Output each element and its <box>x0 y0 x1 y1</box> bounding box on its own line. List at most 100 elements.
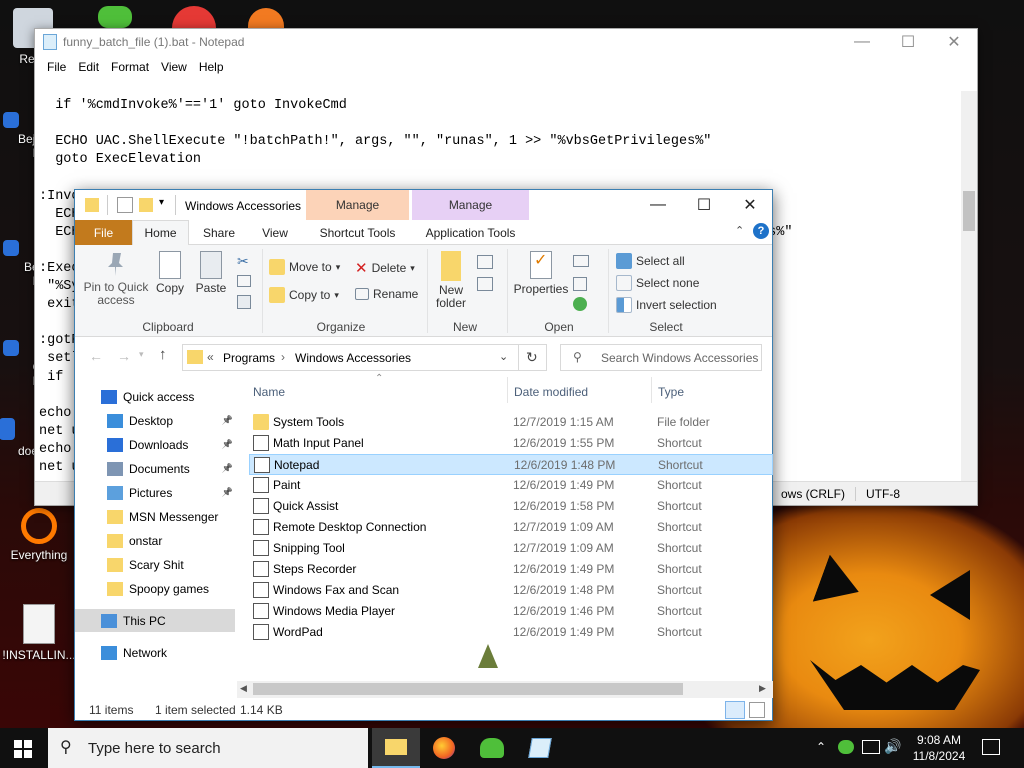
notepad-scroll-thumb[interactable] <box>963 191 975 231</box>
column-separator[interactable] <box>507 377 508 403</box>
nav-quick-access[interactable]: Quick access <box>75 385 235 408</box>
menu-view[interactable]: View <box>155 60 193 74</box>
scroll-left-icon[interactable]: ◀ <box>240 683 247 694</box>
paste-shortcut-icon[interactable] <box>237 295 251 309</box>
scroll-right-icon[interactable]: ▶ <box>759 683 766 694</box>
system-clock[interactable]: 9:08 AM 11/8/2024 <box>904 732 974 764</box>
network-icon[interactable] <box>862 740 880 754</box>
details-view-icon[interactable] <box>725 701 745 719</box>
forward-arrow-icon[interactable]: → <box>117 348 131 364</box>
move-to-button[interactable]: Move to ▾ <box>269 259 340 275</box>
file-explorer-window[interactable]: ▾ Windows Accessories Manage Manage — ☐ … <box>74 189 773 721</box>
tab-application-tools[interactable]: Application Tools <box>412 220 529 245</box>
tab-file[interactable]: File <box>75 220 132 245</box>
file-row[interactable]: Paint 12/6/2019 1:49 PM Shortcut <box>249 475 773 496</box>
nav-scary-shit[interactable]: Scary Shit <box>75 553 235 576</box>
notepad-minimize-button[interactable]: — <box>839 29 885 55</box>
nav-desktop[interactable]: Desktop 📌 <box>75 409 235 432</box>
up-arrow-icon[interactable]: ↑ <box>159 346 167 363</box>
new-folder-button[interactable]: New folder <box>431 251 471 310</box>
column-separator[interactable] <box>651 377 652 403</box>
menu-format[interactable]: Format <box>105 60 155 74</box>
installing-file-icon[interactable]: !INSTALLIN... <box>2 604 76 662</box>
pin-icon[interactable]: 📌 <box>222 415 233 426</box>
file-row[interactable]: Windows Fax and Scan 12/6/2019 1:48 PM Sho… <box>249 580 773 601</box>
file-row[interactable]: Snipping Tool 12/7/2019 1:09 AM Shortcut <box>249 538 773 559</box>
windows-start-icon[interactable] <box>14 740 32 758</box>
menu-file[interactable]: File <box>41 60 72 74</box>
notepad-vertical-scrollbar[interactable] <box>961 91 977 497</box>
copy-path-icon[interactable] <box>237 275 251 287</box>
easy-access-icon[interactable] <box>477 277 493 291</box>
notifications-icon[interactable] <box>982 739 1000 755</box>
pin-icon[interactable]: 📌 <box>222 463 233 474</box>
horizontal-scrollbar[interactable]: ◀ ▶ <box>237 681 773 698</box>
breadcrumb-programs[interactable]: Programs <box>223 351 275 365</box>
paste-button[interactable]: Paste <box>193 251 229 295</box>
taskbar-search-box[interactable]: ⚲ Type here to search <box>48 728 368 768</box>
nav-msn-messenger[interactable]: MSN Messenger <box>75 505 235 528</box>
notepad-titlebar[interactable]: funny_batch_file (1).bat - Notepad — ☐ ✕ <box>35 29 977 55</box>
file-row[interactable]: Notepad 12/6/2019 1:48 PM Shortcut <box>249 454 773 475</box>
tab-share[interactable]: Share <box>193 220 245 245</box>
invert-selection-button[interactable]: Invert selection <box>616 297 717 313</box>
file-row[interactable]: Math Input Panel 12/6/2019 1:55 PM Shortcu… <box>249 433 773 454</box>
large-icons-view-icon[interactable] <box>749 702 765 718</box>
copy-to-button[interactable]: Copy to ▾ <box>269 287 339 303</box>
file-row[interactable]: Steps Recorder 12/6/2019 1:49 PM Shortcut <box>249 559 773 580</box>
pin-icon[interactable]: 📌 <box>222 439 233 450</box>
menu-edit[interactable]: Edit <box>72 60 105 74</box>
address-dropdown-icon[interactable]: ⌄ <box>499 350 508 363</box>
notepad-maximize-button[interactable]: ☐ <box>885 29 931 55</box>
refresh-button[interactable]: ↻ <box>518 344 547 371</box>
pin-to-quick-access-button[interactable]: Pin to Quick access <box>81 251 151 307</box>
file-row[interactable]: System Tools 12/7/2019 1:15 AM File folder <box>249 412 773 433</box>
column-type[interactable]: Type <box>658 385 684 405</box>
edit-icon[interactable] <box>573 277 587 291</box>
qat-dropdown-icon[interactable]: ▾ <box>159 197 164 208</box>
nav-onstar[interactable]: onstar <box>75 529 235 552</box>
everything-icon[interactable]: Everything <box>2 508 76 562</box>
properties-button[interactable]: ✓ Properties <box>511 251 571 296</box>
help-icon[interactable]: ? <box>753 223 769 239</box>
select-none-button[interactable]: Select none <box>616 275 699 291</box>
tab-view[interactable]: View <box>251 220 299 245</box>
file-row[interactable]: Windows Media Player 12/6/2019 1:46 PM Sho… <box>249 601 773 622</box>
taskbar-msn[interactable] <box>468 728 516 768</box>
copy-button[interactable]: Copy <box>153 251 187 295</box>
volume-icon[interactable]: 🔊 <box>884 738 901 755</box>
cut-icon[interactable]: ✂ <box>237 253 249 270</box>
taskbar-notepad[interactable] <box>516 728 564 768</box>
file-row[interactable]: WordPad 12/6/2019 1:49 PM Shortcut <box>249 622 773 643</box>
explorer-maximize-button[interactable]: ☐ <box>681 192 727 218</box>
nav-network[interactable]: Network <box>75 641 235 664</box>
column-name[interactable]: Name <box>253 385 285 405</box>
nav-documents[interactable]: Documents 📌 <box>75 457 235 480</box>
breadcrumb-windows-accessories[interactable]: Windows Accessories <box>295 351 411 365</box>
tab-shortcut-tools[interactable]: Shortcut Tools <box>306 220 409 245</box>
notepad-close-button[interactable]: ✕ <box>931 29 977 55</box>
menu-help[interactable]: Help <box>193 60 230 74</box>
firefox-icon[interactable] <box>248 8 284 28</box>
nav-pictures[interactable]: Pictures 📌 <box>75 481 235 504</box>
ribbon-collapse-icon[interactable]: ⌃ <box>735 224 744 237</box>
new-item-icon[interactable] <box>477 255 493 269</box>
rename-button[interactable]: Rename <box>355 287 418 301</box>
show-hidden-icons-icon[interactable]: ⌃ <box>816 740 826 754</box>
taskbar-file-explorer[interactable] <box>372 728 420 768</box>
nav-downloads[interactable]: Downloads 📌 <box>75 433 235 456</box>
nav-this-pc[interactable]: This PC <box>75 609 235 632</box>
msn-people-icon[interactable] <box>98 6 132 28</box>
msn-tray-icon[interactable] <box>838 740 854 754</box>
chrome-icon[interactable] <box>172 6 216 28</box>
taskbar-firefox[interactable] <box>420 728 468 768</box>
properties-qat-icon[interactable] <box>117 197 133 213</box>
search-input[interactable]: ⚲ Search Windows Accessories <box>560 344 762 371</box>
recent-locations-icon[interactable]: ▾ <box>139 349 144 360</box>
explorer-minimize-button[interactable]: — <box>635 192 681 218</box>
history-icon[interactable] <box>573 297 587 311</box>
select-all-button[interactable]: Select all <box>616 253 685 269</box>
new-folder-qat-icon[interactable] <box>139 198 153 212</box>
tab-home[interactable]: Home <box>132 220 189 245</box>
file-row[interactable]: Quick Assist 12/6/2019 1:58 PM Shortcut <box>249 496 773 517</box>
